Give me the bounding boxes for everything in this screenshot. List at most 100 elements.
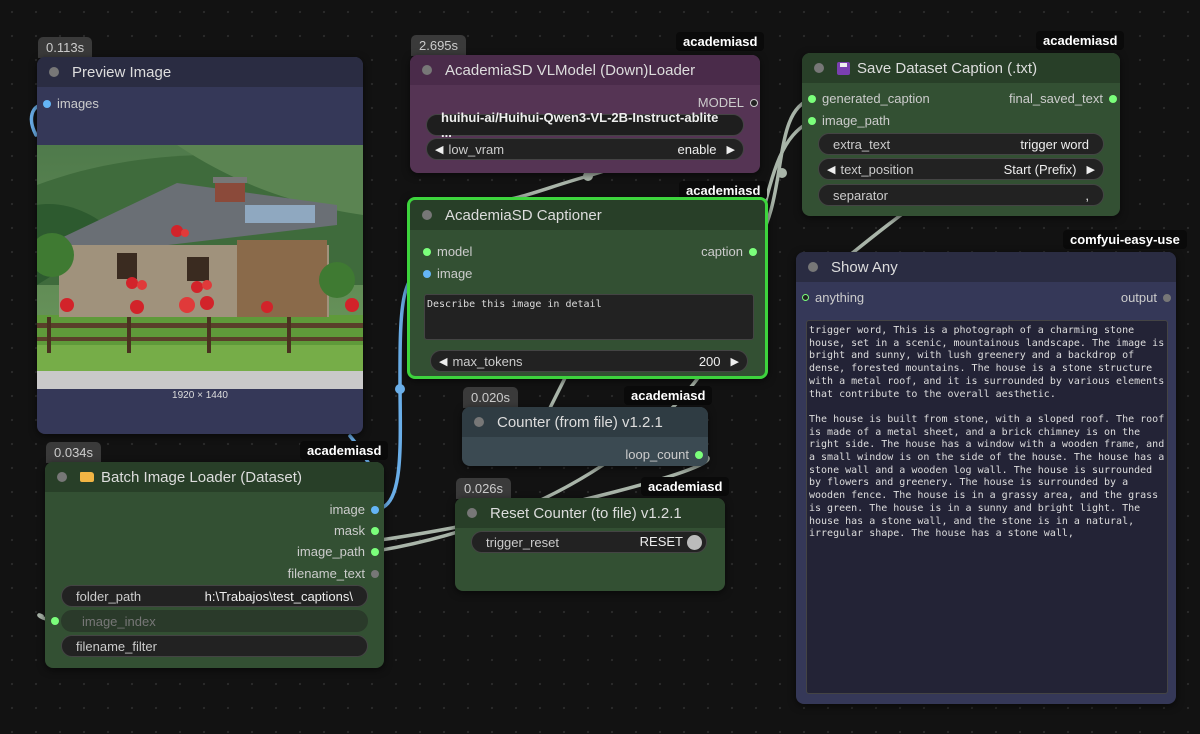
- slot-label: anything: [815, 290, 865, 305]
- vlloader-title-bar[interactable]: AcademiaSD VLModel (Down)Loader: [410, 55, 760, 85]
- counter-node[interactable]: Counter (from file) v1.2.1 loop_count: [462, 407, 708, 466]
- input-model[interactable]: model: [423, 244, 472, 260]
- image-slot-dot-icon[interactable]: [371, 505, 379, 514]
- slot-dot-icon[interactable]: [371, 526, 379, 535]
- batch-badge: academiasd: [300, 441, 389, 460]
- slot-dot-icon[interactable]: [808, 94, 816, 103]
- image-slot-dot-icon[interactable]: [43, 99, 51, 108]
- output-model[interactable]: MODEL: [698, 95, 758, 111]
- link-captioner-to-counter: [548, 374, 568, 410]
- batch-timing: 0.034s: [46, 442, 102, 463]
- reset-counter-node[interactable]: Reset Counter (to file) v1.2.1 trigger_r…: [455, 498, 725, 591]
- input-images[interactable]: images: [43, 96, 99, 112]
- filename-filter-field[interactable]: filename_filter: [61, 635, 368, 657]
- trigger-reset-toggle[interactable]: trigger_reset RESET: [471, 531, 707, 553]
- node-title: Preview Image: [72, 63, 172, 81]
- output-loop-count[interactable]: loop_count: [625, 447, 703, 463]
- separator-field[interactable]: separator ,: [818, 184, 1104, 206]
- max-tokens-number[interactable]: ◀ max_tokens 200 ▶: [430, 350, 748, 372]
- arrow-left-icon[interactable]: ◀: [827, 163, 835, 176]
- batch-image-loader-node[interactable]: Batch Image Loader (Dataset) image mask …: [45, 462, 384, 668]
- reset-title-bar[interactable]: Reset Counter (to file) v1.2.1: [455, 498, 725, 528]
- output-caption[interactable]: caption: [701, 244, 757, 260]
- slot-dot-icon[interactable]: [51, 616, 59, 625]
- slot-dot-icon[interactable]: [371, 569, 379, 578]
- prompt-textarea[interactable]: Describe this image in detail: [424, 294, 754, 340]
- slot-dot-icon[interactable]: [749, 247, 757, 256]
- input-image-index[interactable]: [51, 613, 65, 629]
- arrow-right-icon[interactable]: ▶: [727, 143, 735, 156]
- collapse-dot-icon[interactable]: [814, 63, 824, 73]
- slot-dot-icon[interactable]: [695, 450, 703, 459]
- save-title-bar[interactable]: Save Dataset Caption (.txt): [802, 53, 1120, 83]
- preview-timing: 0.113s: [38, 37, 93, 58]
- slot-dot-icon[interactable]: [802, 294, 809, 302]
- slot-dot-icon[interactable]: [1109, 94, 1117, 103]
- widget-label: separator: [833, 187, 888, 203]
- counter-title-bar[interactable]: Counter (from file) v1.2.1: [462, 407, 708, 437]
- collapse-dot-icon[interactable]: [422, 210, 432, 220]
- slot-label: final_saved_text: [1009, 91, 1103, 106]
- floppy-disk-icon: [837, 61, 850, 75]
- slot-label: generated_caption: [822, 91, 930, 106]
- collapse-dot-icon[interactable]: [422, 65, 432, 75]
- showany-title-bar[interactable]: Show Any: [796, 252, 1176, 282]
- widget-label: extra_text: [833, 136, 891, 152]
- output-mask[interactable]: mask: [334, 523, 379, 539]
- image-slot-dot-icon[interactable]: [423, 269, 431, 278]
- image-index-field[interactable]: image_index: [61, 610, 368, 632]
- widget-label: text_position: [840, 161, 914, 177]
- widget-label: image_index: [82, 613, 156, 629]
- show-any-node[interactable]: Show Any anything output trigger word, T…: [796, 252, 1176, 704]
- slot-dot-icon[interactable]: [1163, 293, 1171, 302]
- extra-text-field[interactable]: extra_text trigger word: [818, 133, 1104, 155]
- vlmodel-loader-node[interactable]: AcademiaSD VLModel (Down)Loader MODEL hu…: [410, 55, 760, 173]
- slot-dot-icon[interactable]: [371, 547, 379, 556]
- slot-label: image_path: [822, 113, 890, 128]
- slot-label: image: [437, 266, 473, 281]
- preview-image-node[interactable]: Preview Image images 1920 × 1440: [37, 57, 363, 434]
- input-generated-caption[interactable]: generated_caption: [808, 91, 930, 107]
- node-title: Save Dataset Caption (.txt): [857, 59, 1038, 77]
- input-image[interactable]: image: [423, 266, 472, 282]
- input-anything[interactable]: anything: [802, 290, 864, 306]
- toggle-knob-icon[interactable]: [687, 535, 702, 551]
- slot-label: filename_text: [287, 566, 365, 581]
- model-select[interactable]: huihui-ai/Huihui-Qwen3-VL-2B-Instruct-ab…: [426, 110, 744, 140]
- slot-label: loop_count: [625, 447, 689, 462]
- slot-label: model: [437, 244, 473, 259]
- output-text-display[interactable]: trigger word, This is a photograph of a …: [806, 320, 1168, 694]
- collapse-dot-icon[interactable]: [474, 417, 484, 427]
- slot-dot-icon[interactable]: [808, 116, 816, 125]
- output-final-saved-text[interactable]: final_saved_text: [1009, 91, 1117, 107]
- preview-title-bar[interactable]: Preview Image: [37, 57, 363, 87]
- vlloader-badge: academiasd: [676, 32, 765, 51]
- widget-value: ,: [1085, 187, 1089, 203]
- arrow-right-icon[interactable]: ▶: [731, 355, 739, 368]
- captioner-node[interactable]: AcademiaSD Captioner model image caption…: [407, 197, 768, 379]
- collapse-dot-icon[interactable]: [467, 508, 477, 518]
- node-title: Show Any: [831, 258, 898, 276]
- folder-path-field[interactable]: folder_path h:\Trabajos\test_captions\: [61, 585, 368, 607]
- output-filename-text[interactable]: filename_text: [288, 566, 379, 582]
- showany-badge: comfyui-easy-use: [1063, 230, 1187, 249]
- slot-dot-icon[interactable]: [423, 247, 431, 256]
- text-position-select[interactable]: ◀ text_position Start (Prefix) ▶: [818, 158, 1104, 180]
- widget-value: h:\Trabajos\test_captions\: [204, 588, 353, 604]
- input-image-path[interactable]: image_path: [808, 113, 890, 129]
- arrow-right-icon[interactable]: ▶: [1087, 163, 1095, 176]
- save-caption-node[interactable]: Save Dataset Caption (.txt) generated_ca…: [802, 53, 1120, 216]
- low-vram-toggle[interactable]: ◀ low_vram enable ▶: [426, 138, 744, 160]
- batch-title-bar[interactable]: Batch Image Loader (Dataset): [45, 462, 384, 492]
- output-image[interactable]: image: [330, 502, 379, 518]
- model-slot-dot-icon[interactable]: [750, 98, 758, 107]
- output-image-path[interactable]: image_path: [297, 544, 379, 560]
- arrow-left-icon[interactable]: ◀: [435, 143, 443, 156]
- slot-label: output: [1120, 290, 1157, 305]
- collapse-dot-icon[interactable]: [49, 67, 59, 77]
- captioner-title-bar[interactable]: AcademiaSD Captioner: [410, 200, 765, 230]
- collapse-dot-icon[interactable]: [57, 472, 67, 482]
- collapse-dot-icon[interactable]: [808, 262, 818, 272]
- arrow-left-icon[interactable]: ◀: [439, 355, 447, 368]
- output-output[interactable]: output: [1121, 290, 1171, 306]
